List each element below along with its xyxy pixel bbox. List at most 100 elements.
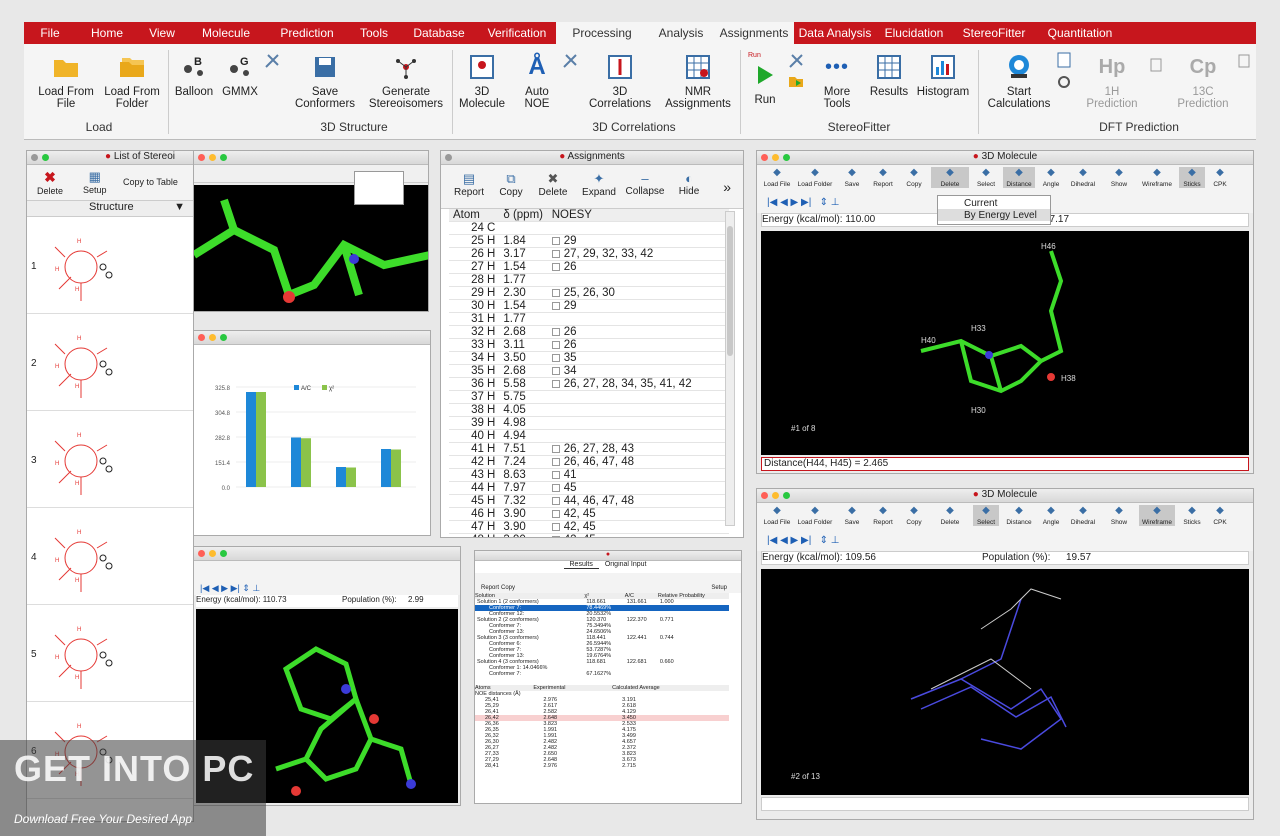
menu-item-current[interactable]: Current — [938, 196, 1050, 209]
auto-noe-tools-button[interactable] — [560, 52, 580, 76]
check-icon[interactable] — [551, 470, 560, 479]
table-row[interactable]: 41 H 7.51 26, 27, 28, 43 — [449, 442, 729, 456]
check-icon[interactable] — [551, 340, 560, 349]
dihedral-tool-button[interactable]: ◆ Dihedral — [1067, 505, 1099, 526]
check-icon[interactable] — [551, 262, 560, 271]
distance-tool-button[interactable]: ◆ Distance — [1003, 505, 1035, 526]
check-icon[interactable] — [551, 444, 560, 453]
table-row[interactable]: 28,41 2.976 2.715 — [475, 763, 729, 769]
tab-view[interactable]: View — [138, 22, 186, 44]
tab-verification[interactable]: Verification — [478, 22, 556, 44]
load-folder-tool-button[interactable]: ◆ Load Folder — [795, 167, 835, 188]
check-icon[interactable] — [551, 288, 560, 297]
report-button[interactable]: Report — [481, 585, 499, 591]
playback-icons[interactable]: |◀ ◀ ▶ ▶| ⇕ ⊥ — [767, 535, 840, 546]
table-row[interactable]: 47 H 3.90 42, 45 — [449, 520, 729, 534]
tab-home[interactable]: Home — [76, 22, 138, 44]
check-icon[interactable] — [551, 366, 560, 375]
structure-column-header[interactable]: Structure ▼ — [27, 201, 193, 217]
3d-molecule-button[interactable]: 3D Molecule — [456, 54, 508, 110]
check-icon[interactable] — [551, 496, 560, 505]
table-row[interactable]: 26 H 3.17 27, 29, 32, 33, 42 — [449, 247, 729, 261]
13c-settings-button[interactable] — [1236, 54, 1252, 74]
copy-tool-button[interactable]: ◆ Copy — [901, 167, 927, 188]
load-from-folder-button[interactable]: Load From Folder — [100, 54, 164, 110]
table-row[interactable]: Conformer 7: 67.1627% — [475, 671, 729, 677]
mini-dropdown-menu[interactable] — [354, 171, 404, 205]
setup-button[interactable]: ▦ Setup — [83, 169, 107, 195]
tab-elucidation[interactable]: Elucidation — [876, 22, 952, 44]
tab-tools[interactable]: Tools — [348, 22, 400, 44]
expand-button[interactable]: ✦ Expand — [579, 171, 619, 198]
check-icon[interactable] — [551, 249, 560, 258]
1h-prediction-button[interactable]: Hp 1H Prediction — [1080, 54, 1144, 110]
load-folder-tool-button[interactable]: ◆ Load Folder — [795, 505, 835, 526]
generate-stereoisomers-button[interactable]: Generate Stereoisomers — [366, 54, 446, 110]
list-item[interactable]: 1HHH — [27, 217, 193, 314]
table-row[interactable]: 44 H 7.97 45 — [449, 481, 729, 495]
stereofitter-tools-button[interactable] — [786, 52, 806, 76]
delete-tool-button[interactable]: ◆ Delete — [931, 167, 969, 188]
table-row[interactable]: 45 H 7.32 44, 46, 47, 48 — [449, 494, 729, 508]
table-row[interactable]: 25 H 1.84 29 — [449, 234, 729, 248]
distance-tool-button[interactable]: ◆ Distance — [1003, 167, 1035, 188]
check-icon[interactable] — [551, 535, 560, 537]
check-icon[interactable] — [551, 353, 560, 362]
angle-tool-button[interactable]: ◆ Angle — [1039, 505, 1063, 526]
1h-settings-button[interactable] — [1148, 58, 1164, 78]
check-icon[interactable] — [551, 327, 560, 336]
table-row[interactable]: 24 C — [449, 221, 729, 235]
save-tool-button[interactable]: ◆ Save — [839, 505, 865, 526]
table-row[interactable]: 28 H 1.77 — [449, 273, 729, 287]
check-icon[interactable] — [551, 509, 560, 518]
collapse-button[interactable]: ‒ Collapse — [625, 171, 665, 197]
check-icon[interactable] — [551, 301, 560, 310]
results-tab-0[interactable]: Results — [563, 561, 599, 569]
menu-item-by-energy[interactable]: By Energy Level — [938, 209, 1050, 221]
show-tool-button[interactable]: ◆ Show — [1103, 167, 1135, 188]
table-row[interactable]: 31 H 1.77 — [449, 312, 729, 326]
check-icon[interactable] — [551, 379, 560, 388]
delete-button[interactable]: ✖ Delete — [37, 169, 63, 196]
results-button[interactable]: Results — [864, 54, 914, 98]
more-chevron-icon[interactable]: » — [723, 179, 731, 195]
table-row[interactable]: 46 H 3.90 42, 45 — [449, 507, 729, 521]
table-row[interactable]: 38 H 4.05 — [449, 403, 729, 417]
3d-correlations-button[interactable]: 3D Correlations — [588, 54, 652, 110]
table-row[interactable]: 30 H 1.54 29 — [449, 299, 729, 313]
hide-button[interactable]: ◐ Hide — [669, 171, 709, 197]
assignments-scrollbar[interactable] — [725, 211, 735, 526]
wireframe-tool-button[interactable]: ◆ Wireframe — [1139, 505, 1175, 526]
table-row[interactable]: 32 H 2.68 26 — [449, 325, 729, 339]
cpk-tool-button[interactable]: ◆ CPK — [1209, 167, 1231, 188]
table-row[interactable]: 33 H 3.11 26 — [449, 338, 729, 352]
stereofitter-folder-button[interactable] — [786, 74, 806, 94]
show-tool-button[interactable]: ◆ Show — [1103, 505, 1135, 526]
start-calculations-button[interactable]: Start Calculations — [982, 54, 1056, 110]
run-button[interactable]: Run Run — [748, 50, 782, 106]
check-icon[interactable] — [551, 457, 560, 466]
setup-button[interactable]: Setup — [711, 585, 727, 591]
tab-quantitation[interactable]: Quantitation — [1036, 22, 1124, 44]
dft-settings-button[interactable] — [1054, 52, 1074, 74]
table-row[interactable]: 42 H 7.24 26, 46, 47, 48 — [449, 455, 729, 469]
nmr-assignments-button[interactable]: NMR Assignments — [660, 54, 736, 110]
table-row[interactable]: 37 H 5.75 — [449, 390, 729, 404]
table-row[interactable]: 27 H 1.54 26 — [449, 260, 729, 274]
copy-button[interactable]: ⧉ Copy — [491, 171, 531, 198]
table-row[interactable]: 29 H 2.30 25, 26, 30 — [449, 286, 729, 300]
select-tool-button[interactable]: ◆ Select — [973, 167, 999, 188]
angle-tool-button[interactable]: ◆ Angle — [1039, 167, 1063, 188]
load-file-tool-button[interactable]: ◆ Load File — [763, 505, 791, 526]
histogram-button[interactable]: Histogram — [914, 54, 972, 98]
results-tab-1[interactable]: Original Input — [599, 561, 653, 568]
save-tool-button[interactable]: ◆ Save — [839, 167, 865, 188]
table-row[interactable]: 39 H 4.98 — [449, 416, 729, 430]
13c-prediction-button[interactable]: Cp 13C Prediction — [1170, 54, 1236, 110]
tab-analysis[interactable]: Analysis — [648, 22, 714, 44]
tab-data-analysis[interactable]: Data Analysis — [794, 22, 876, 44]
auto-noe-button[interactable]: Å Auto NOE — [512, 54, 562, 111]
report-tool-button[interactable]: ◆ Report — [869, 167, 897, 188]
balloon-button[interactable]: B Balloon — [172, 54, 216, 98]
molecule-viewport[interactable]: H46 H33 H40 H38 H30 #1 of 8 — [761, 231, 1249, 455]
